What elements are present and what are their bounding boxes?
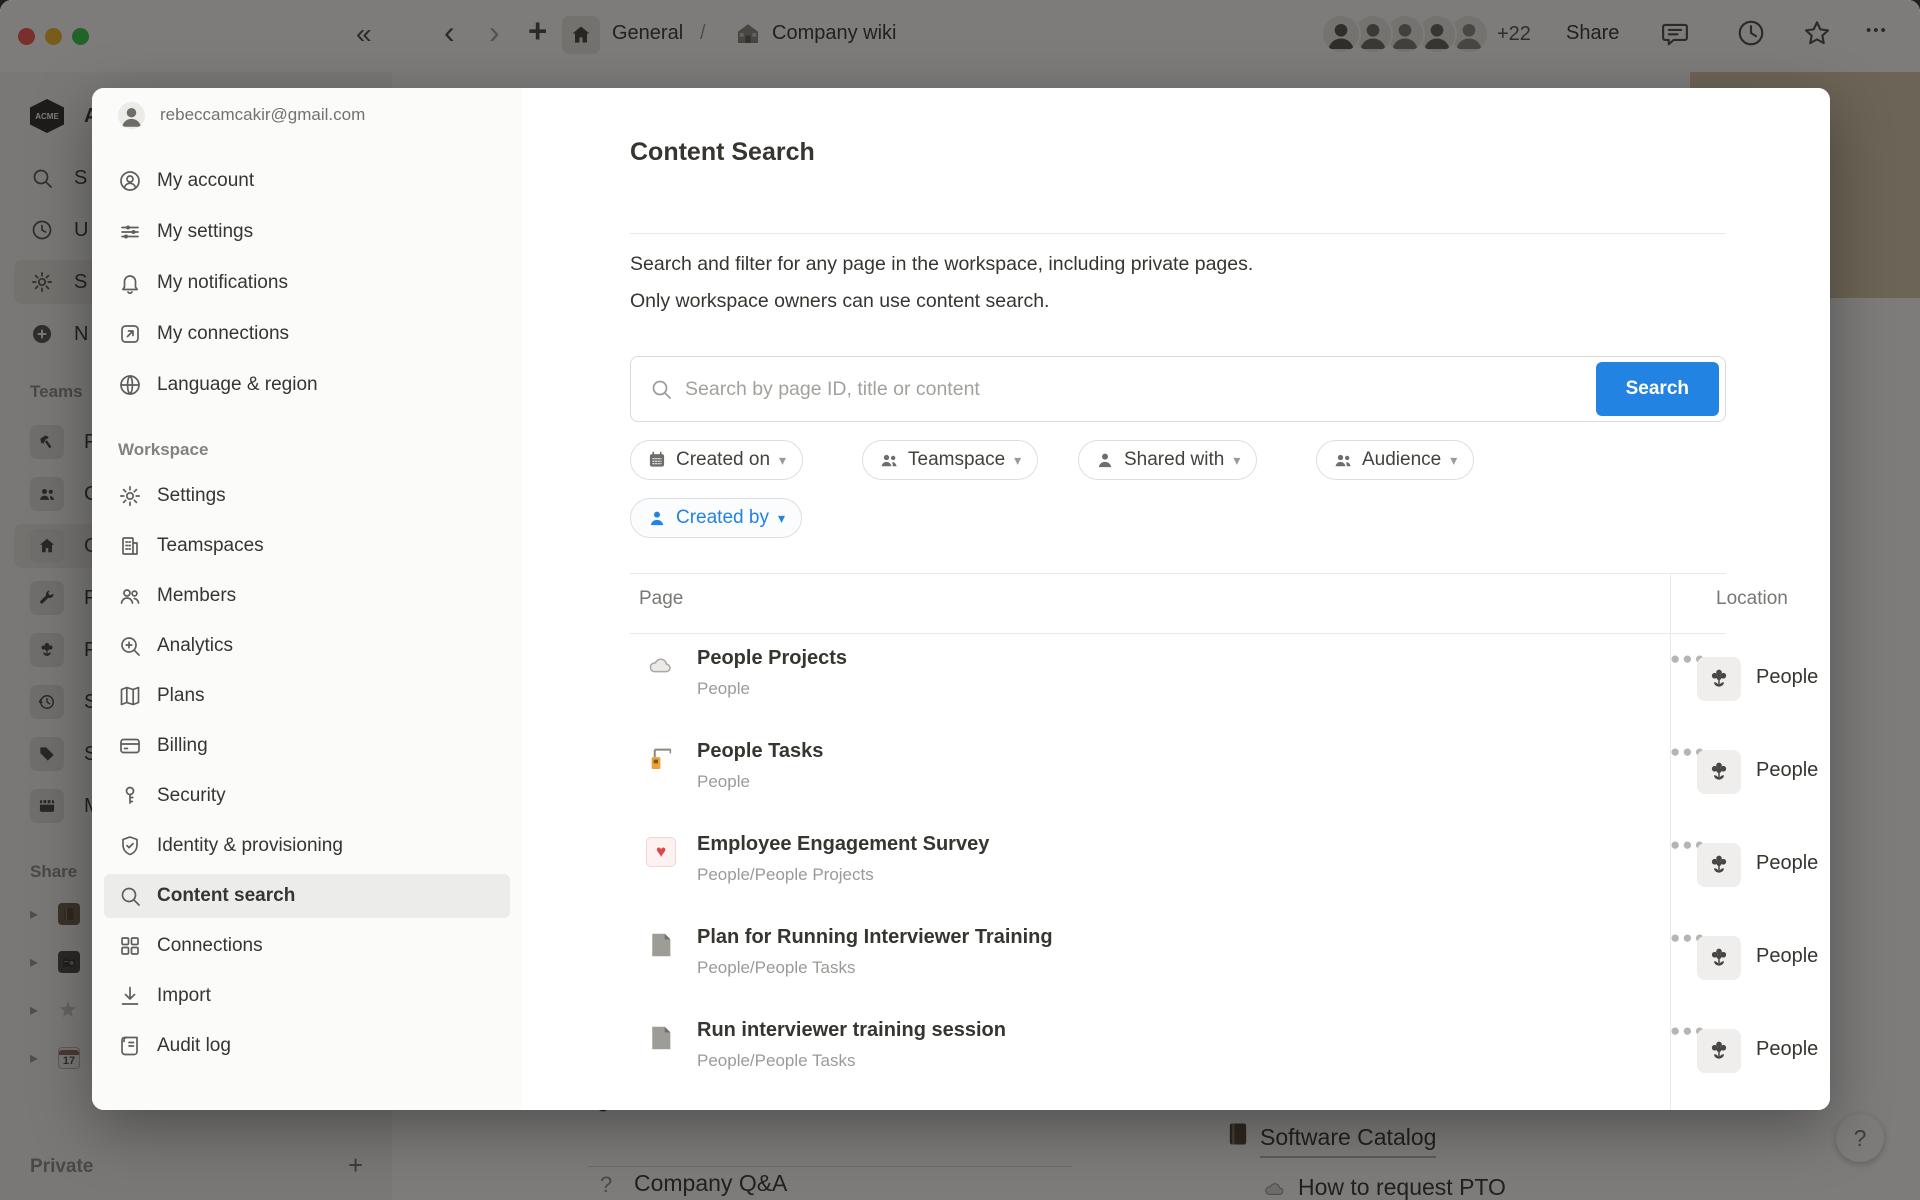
nav-item-language-region[interactable]: Language & region: [104, 363, 510, 407]
nav-item-settings[interactable]: Settings: [104, 474, 510, 518]
content-search-panel: Content Search Search and filter for any…: [522, 88, 1830, 1110]
account-email: rebeccamcakir@gmail.com: [160, 105, 365, 125]
heart-letter-page-icon: ♥: [646, 837, 676, 867]
nav-item-analytics[interactable]: Analytics: [104, 624, 510, 668]
page-description: Search and filter for any page in the wo…: [630, 246, 1510, 320]
nav-item-import[interactable]: Import: [104, 974, 510, 1018]
teamspace-flower-icon: [1697, 843, 1741, 887]
screen: « ‹ › + General / Company wiki +22 Share…: [0, 0, 1920, 1200]
nav-item-audit-log[interactable]: Audit log: [104, 1024, 510, 1068]
calendar-icon: [647, 450, 667, 470]
user-avatar: [118, 102, 145, 129]
chevron-down-icon: ▾: [1014, 452, 1021, 469]
nav-item-connections[interactable]: Connections: [104, 924, 510, 968]
cloud-page-icon: [646, 651, 676, 681]
table-top-border: [630, 573, 1726, 574]
nav-item-teamspaces[interactable]: Teamspaces: [104, 524, 510, 568]
settings-modal: rebeccamcakir@gmail.com My account My se…: [92, 88, 1830, 1110]
default-page-icon: [646, 1023, 676, 1053]
person-icon: [1095, 450, 1115, 470]
filter-shared-with[interactable]: Shared with▾: [1078, 440, 1257, 480]
table-row[interactable]: People Projects People ●●● People Share: [630, 633, 1830, 726]
teamspace-flower-icon: [1697, 750, 1741, 794]
nav-item-identity-provisioning[interactable]: Identity & provisioning: [104, 824, 510, 868]
chevron-down-icon: ▾: [779, 452, 786, 469]
table-row[interactable]: Plan for Running Interviewer Training Pe…: [630, 912, 1830, 1005]
nav-item-my-connections[interactable]: My connections: [104, 312, 510, 356]
workspace-section-header: Workspace: [118, 440, 208, 460]
filter-created-on[interactable]: Created on▾: [630, 440, 803, 480]
table-row[interactable]: ♥ Employee Engagement Survey People/Peop…: [630, 819, 1830, 912]
filter-teamspace[interactable]: Teamspace▾: [862, 440, 1038, 480]
divider: [630, 233, 1726, 234]
search-bar[interactable]: Search: [630, 356, 1726, 422]
nav-item-billing[interactable]: Billing: [104, 724, 510, 768]
teamspace-flower-icon: [1697, 1029, 1741, 1073]
nav-item-security[interactable]: Security: [104, 774, 510, 818]
search-button[interactable]: Search: [1596, 362, 1719, 416]
settings-nav-panel: rebeccamcakir@gmail.com My account My se…: [92, 88, 522, 1110]
column-header-location[interactable]: Location: [1716, 588, 1788, 610]
nav-item-my-notifications[interactable]: My notifications: [104, 261, 510, 305]
people-icon: [1333, 450, 1353, 470]
search-input[interactable]: [685, 378, 1596, 401]
chevron-down-icon: ▾: [778, 510, 785, 527]
default-page-icon: [646, 930, 676, 960]
teamspace-flower-icon: [1697, 657, 1741, 701]
chevron-down-icon: ▾: [1233, 452, 1240, 469]
account-email-row: rebeccamcakir@gmail.com: [104, 94, 510, 136]
app-window: « ‹ › + General / Company wiki +22 Share…: [0, 0, 1920, 1200]
nav-item-my-settings[interactable]: My settings: [104, 210, 510, 254]
page-title: Content Search: [630, 138, 815, 167]
construction-page-icon: [646, 744, 676, 774]
table-row[interactable]: People Tasks People ●●● People Share: [630, 726, 1830, 819]
teamspace-flower-icon: [1697, 936, 1741, 980]
people-icon: [879, 450, 899, 470]
nav-item-plans[interactable]: Plans: [104, 674, 510, 718]
person-icon: [647, 508, 667, 528]
chevron-down-icon: ▾: [1450, 452, 1457, 469]
nav-item-content-search[interactable]: Content search: [104, 874, 510, 918]
column-header-page[interactable]: Page: [639, 588, 683, 610]
filter-audience[interactable]: Audience▾: [1316, 440, 1474, 480]
table-row[interactable]: Run interviewer training session People/…: [630, 1005, 1830, 1098]
nav-item-my-account[interactable]: My account: [104, 159, 510, 203]
filter-created-by[interactable]: Created by▾: [630, 498, 802, 538]
nav-item-members[interactable]: Members: [104, 574, 510, 618]
